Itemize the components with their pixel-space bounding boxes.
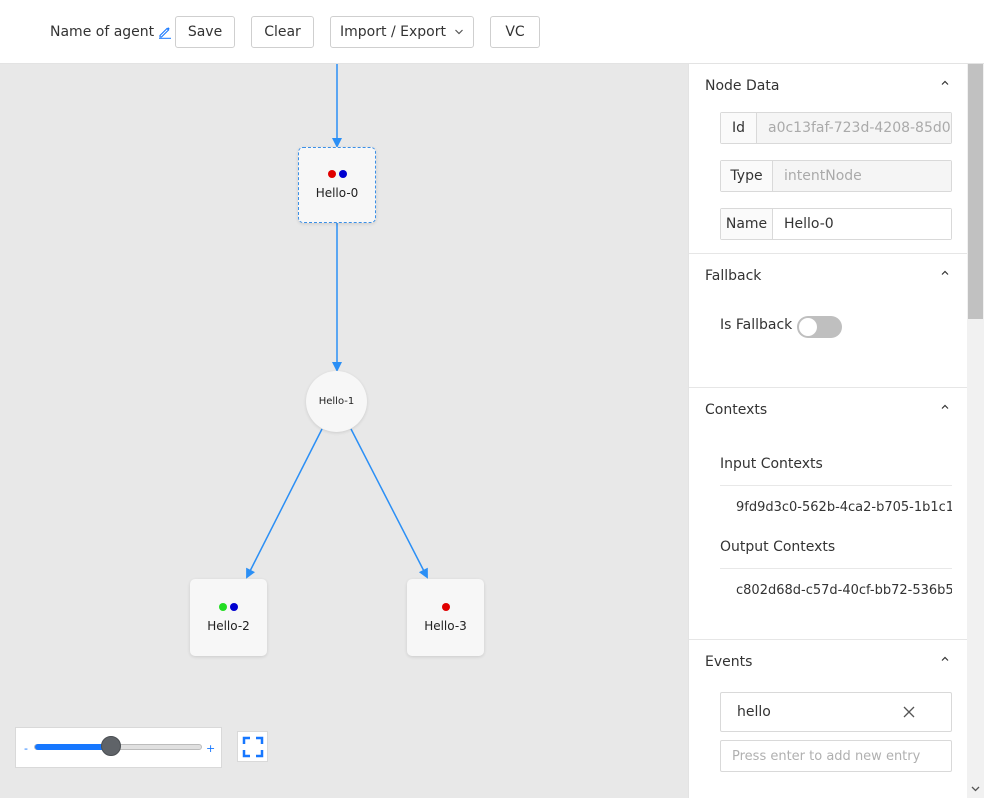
chevron-up-icon[interactable] xyxy=(940,654,950,664)
divider xyxy=(720,568,952,569)
clear-button[interactable]: Clear xyxy=(251,16,314,48)
input-contexts-label: Input Contexts xyxy=(720,456,823,472)
zoom-thumb[interactable] xyxy=(101,736,122,756)
import-export-dropdown[interactable]: Import / Export xyxy=(330,16,474,48)
flow-canvas[interactable]: Hello-0 Hello-1 Hello-2 Hello-3 - + xyxy=(0,64,688,798)
pencil-icon[interactable] xyxy=(158,25,172,39)
port-dot-red xyxy=(441,602,450,611)
name-field[interactable]: Name Hello-0 xyxy=(720,208,952,240)
agent-name[interactable]: Name of agent xyxy=(50,24,172,40)
section-title: Node Data xyxy=(705,78,780,94)
panel-scrollbar[interactable] xyxy=(967,64,984,798)
node-port-dots xyxy=(327,170,347,178)
node-hello-2[interactable]: Hello-2 xyxy=(190,579,267,656)
import-export-label: Import / Export xyxy=(340,24,446,40)
section-fallback: Fallback Is Fallback xyxy=(689,254,967,388)
section-title: Events xyxy=(705,654,753,670)
new-event-input[interactable] xyxy=(720,740,952,772)
output-contexts-label: Output Contexts xyxy=(720,539,836,555)
is-fallback-label: Is Fallback xyxy=(720,317,793,333)
chevron-down-icon[interactable] xyxy=(971,784,980,793)
event-entry[interactable]: hello xyxy=(720,692,952,732)
chevron-up-icon[interactable] xyxy=(940,402,950,412)
fit-view-button[interactable] xyxy=(237,731,268,762)
input-context-item[interactable]: 9fd9d3c0-562b-4ca2-b705-1b1c1bb9 xyxy=(736,500,952,515)
properties-panel: Node Data Id a0c13faf-723d-4208-85d0- Ty… xyxy=(688,64,967,798)
port-dot-green xyxy=(219,602,227,611)
toggle-knob xyxy=(799,318,817,336)
section-events: Events hello xyxy=(689,640,967,798)
vc-button[interactable]: VC xyxy=(490,16,540,48)
name-input[interactable]: Hello-0 xyxy=(773,209,951,239)
fullscreen-icon xyxy=(242,736,263,757)
output-context-item[interactable]: c802d68d-c57d-40cf-bb72-536b5412 xyxy=(736,583,952,598)
divider xyxy=(720,485,952,486)
id-label: Id xyxy=(721,113,757,143)
node-hello-3[interactable]: Hello-3 xyxy=(407,579,484,656)
scrollbar-thumb[interactable] xyxy=(968,64,983,319)
zoom-out-label[interactable]: - xyxy=(24,742,28,755)
section-title: Fallback xyxy=(705,268,762,284)
port-dot-blue xyxy=(338,170,347,178)
port-dot-blue xyxy=(230,602,238,611)
type-label: Type xyxy=(721,161,773,191)
type-field: Type intentNode xyxy=(720,160,952,192)
name-label: Name xyxy=(721,209,773,239)
chevron-up-icon[interactable] xyxy=(940,268,950,278)
node-label: Hello-2 xyxy=(207,618,250,633)
is-fallback-toggle[interactable] xyxy=(797,316,842,338)
node-port-dots xyxy=(441,602,450,611)
id-field: Id a0c13faf-723d-4208-85d0- xyxy=(720,112,952,144)
chevron-up-icon[interactable] xyxy=(940,78,950,88)
event-entry-text: hello xyxy=(737,704,771,720)
node-hello-0[interactable]: Hello-0 xyxy=(298,147,376,223)
type-value: intentNode xyxy=(773,161,951,191)
agent-name-label: Name of agent xyxy=(50,24,155,40)
node-port-dots xyxy=(219,602,238,611)
chevron-down-icon xyxy=(455,29,463,35)
save-button[interactable]: Save xyxy=(175,16,235,48)
node-label: Hello-0 xyxy=(315,186,359,200)
section-contexts: Contexts Input Contexts 9fd9d3c0-562b-4c… xyxy=(689,388,967,640)
id-value: a0c13faf-723d-4208-85d0- xyxy=(757,113,951,143)
edge-hello-1-to-hello-2[interactable] xyxy=(246,428,323,579)
close-icon[interactable] xyxy=(903,706,915,718)
node-label: Hello-3 xyxy=(424,618,467,633)
section-title: Contexts xyxy=(705,402,768,418)
node-label: Hello-1 xyxy=(318,396,355,407)
edge-hello-1-to-hello-3[interactable] xyxy=(350,428,428,579)
top-toolbar: Name of agent Save Clear Import / Export… xyxy=(0,0,984,64)
node-hello-1[interactable]: Hello-1 xyxy=(306,371,367,432)
zoom-in-label[interactable]: + xyxy=(206,742,215,755)
port-dot-red xyxy=(327,170,336,178)
zoom-slider: - + xyxy=(15,727,222,768)
section-node-data: Node Data Id a0c13faf-723d-4208-85d0- Ty… xyxy=(689,64,967,254)
